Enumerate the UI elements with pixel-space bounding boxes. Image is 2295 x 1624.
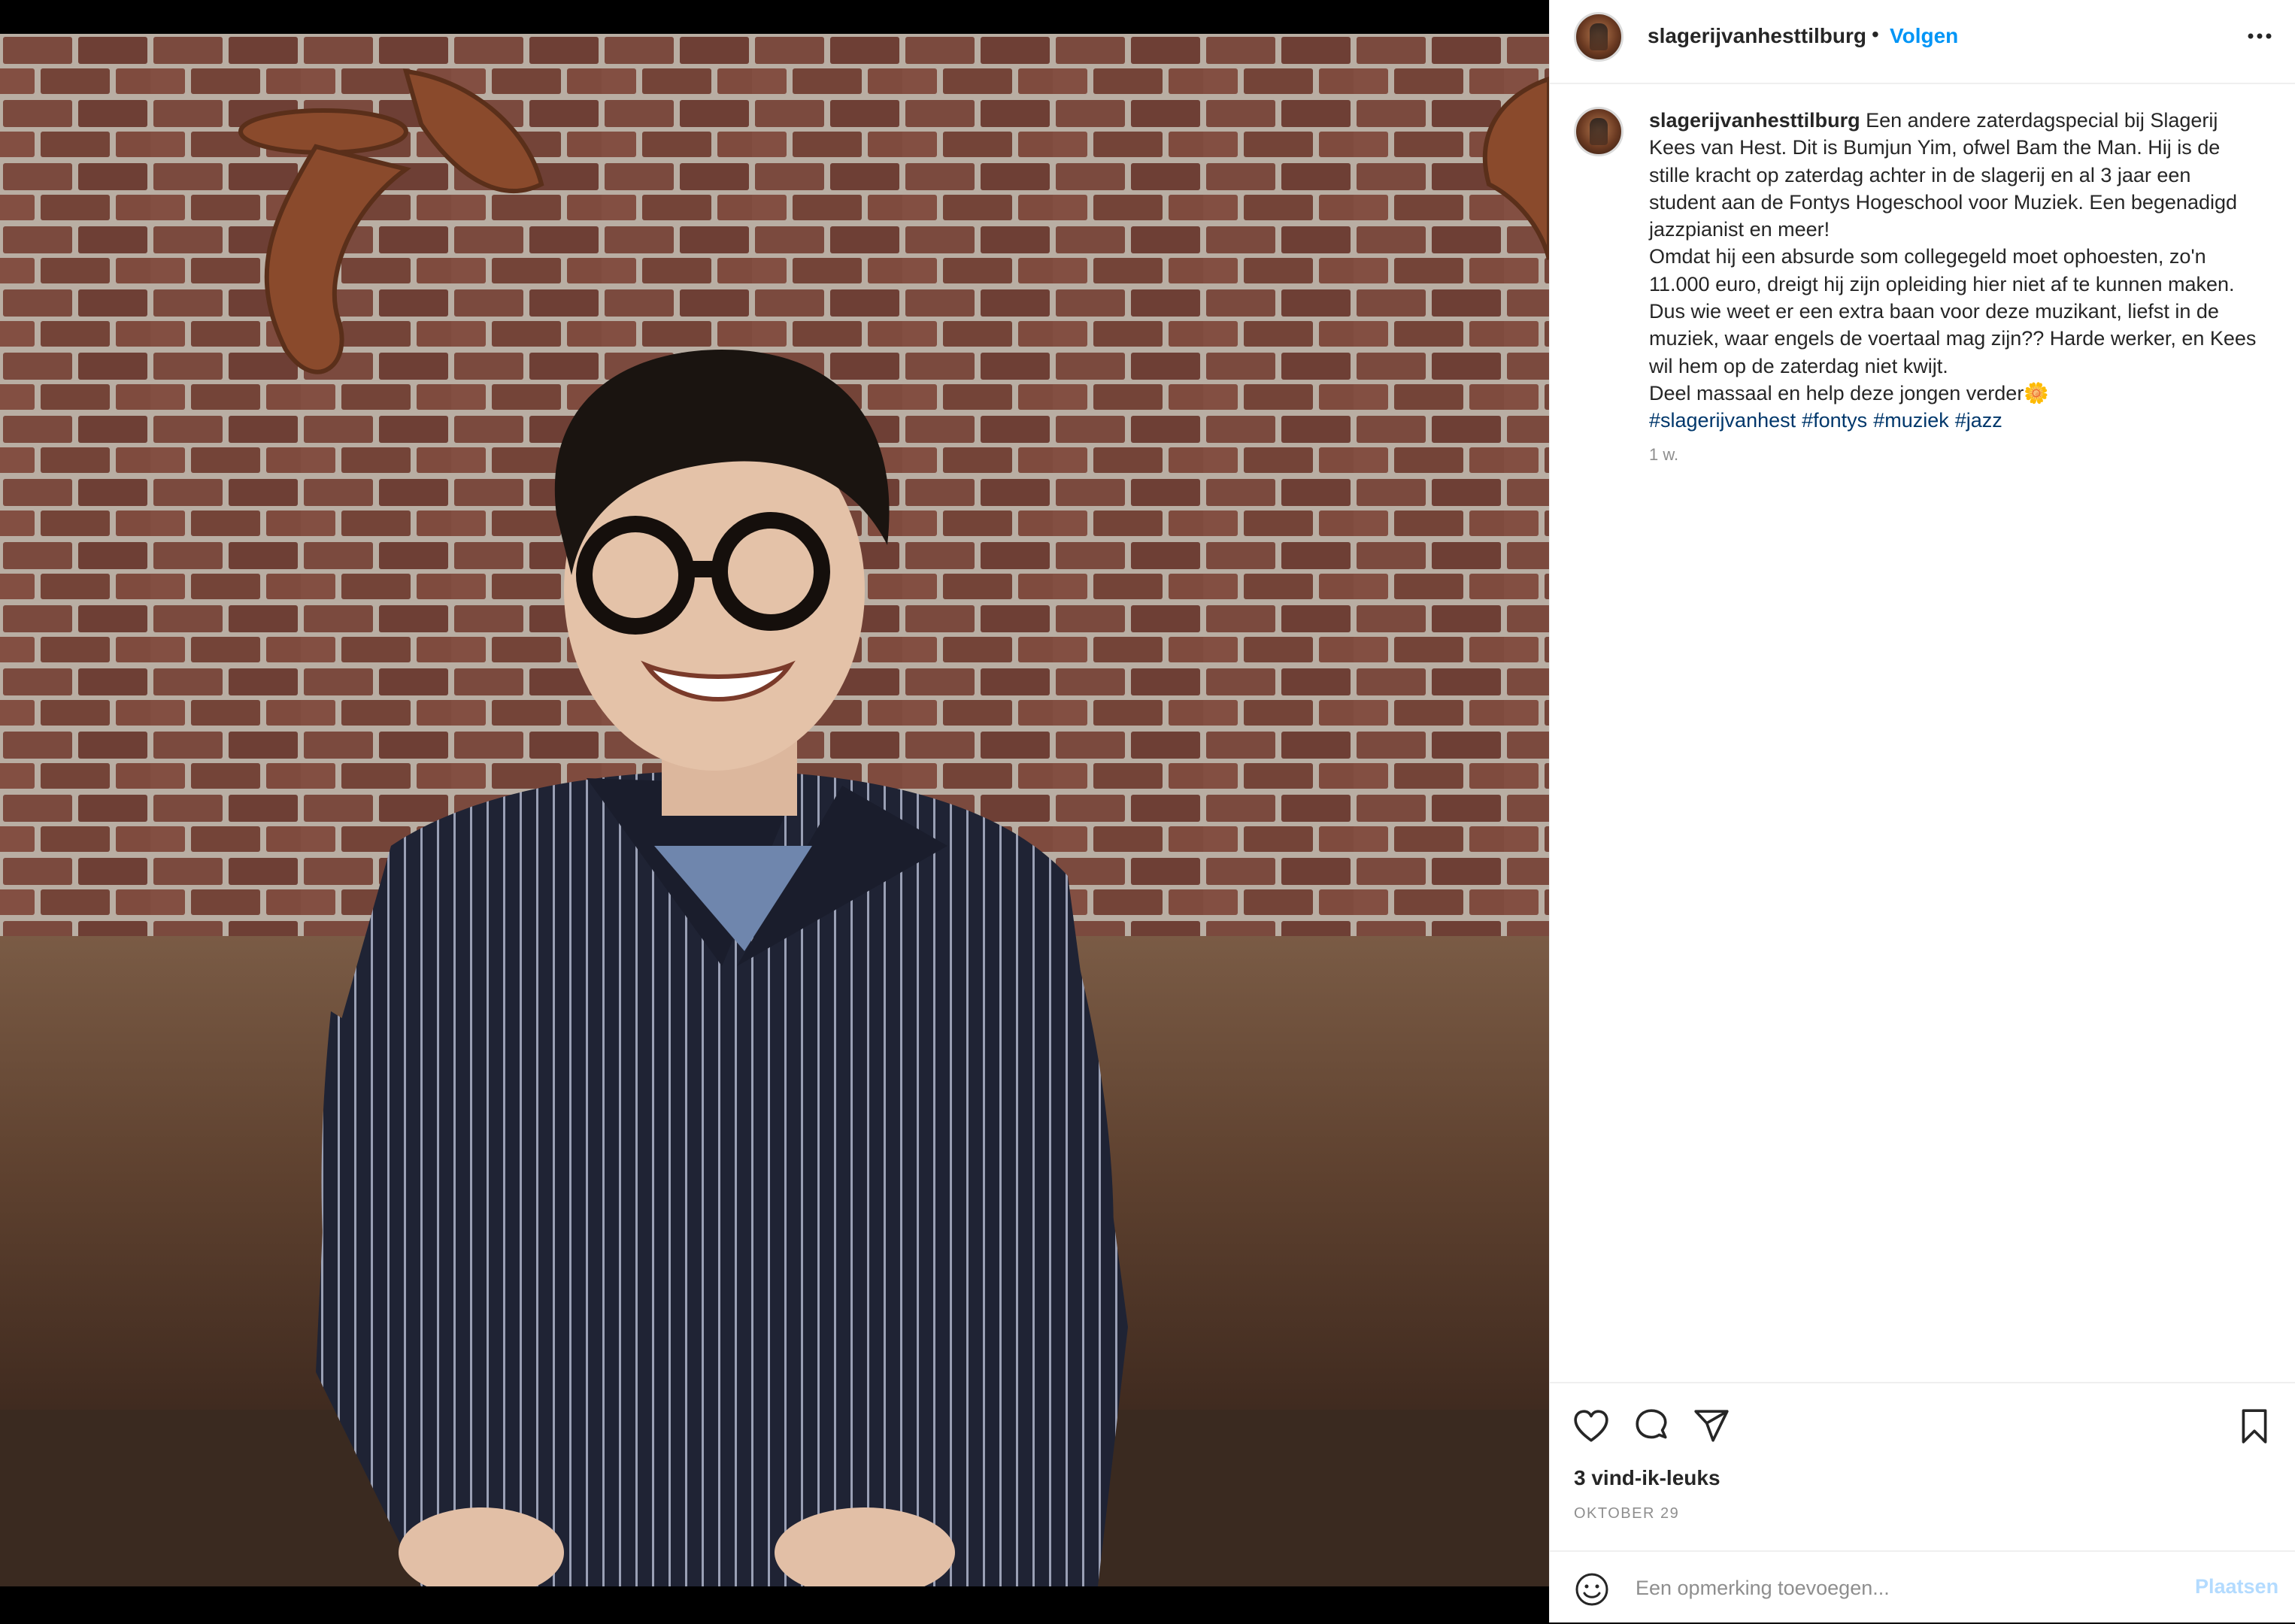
hashtag-list: #slagerijvanhest #fontys #muziek #jazz — [1649, 407, 2258, 434]
header-username[interactable]: slagerijvanhesttilburg — [1648, 24, 1866, 48]
hashtag-link[interactable]: #slagerijvanhest — [1649, 409, 1796, 432]
likes-count[interactable]: 3 vind-ik-leuks — [1574, 1466, 1720, 1490]
post-detail-panel: slagerijvanhesttilburg • Volgen slagerij… — [1549, 0, 2295, 1622]
caption-paragraph-2: Omdat hij een absurde som collegegeld mo… — [1649, 245, 2257, 377]
paper-plane-icon[interactable] — [1693, 1407, 1730, 1445]
caption-username[interactable]: slagerijvanhesttilburg — [1649, 109, 1860, 132]
hashtag-link[interactable]: #jazz — [1955, 409, 2002, 432]
caption-paragraph-3: Deel massaal en help deze jongen verder🌼 — [1649, 381, 2049, 404]
caption-timestamp[interactable]: 1 w. — [1649, 445, 1678, 465]
avatar[interactable] — [1574, 12, 1623, 62]
hashtag-link[interactable]: #muziek — [1873, 409, 1949, 432]
heart-icon[interactable] — [1572, 1407, 1610, 1445]
separator-dot: • — [1872, 23, 1879, 46]
comment-bubble-icon[interactable] — [1633, 1407, 1670, 1445]
follow-button[interactable]: Volgen — [1890, 24, 1958, 48]
action-bar — [1550, 1382, 2295, 1459]
caption-avatar[interactable] — [1574, 107, 1623, 156]
more-horizontal-icon[interactable] — [2242, 18, 2278, 54]
post-comment-button[interactable]: Plaatsen — [2190, 1574, 2283, 1599]
post-date[interactable]: OKTOBER 29 — [1574, 1505, 1679, 1522]
hashtag-link[interactable]: #fontys — [1802, 409, 1867, 432]
bookmark-icon[interactable] — [2236, 1407, 2273, 1445]
post-header: slagerijvanhesttilburg • Volgen — [1550, 0, 2295, 84]
post-caption: slagerijvanhesttilburg Een andere zaterd… — [1649, 107, 2258, 435]
comment-form: Plaatsen — [1550, 1550, 2295, 1624]
photo-illustration — [0, 34, 1549, 1586]
post-photo[interactable] — [0, 34, 1549, 1586]
smiley-icon[interactable] — [1574, 1571, 1610, 1607]
comment-input[interactable] — [1634, 1568, 2163, 1607]
